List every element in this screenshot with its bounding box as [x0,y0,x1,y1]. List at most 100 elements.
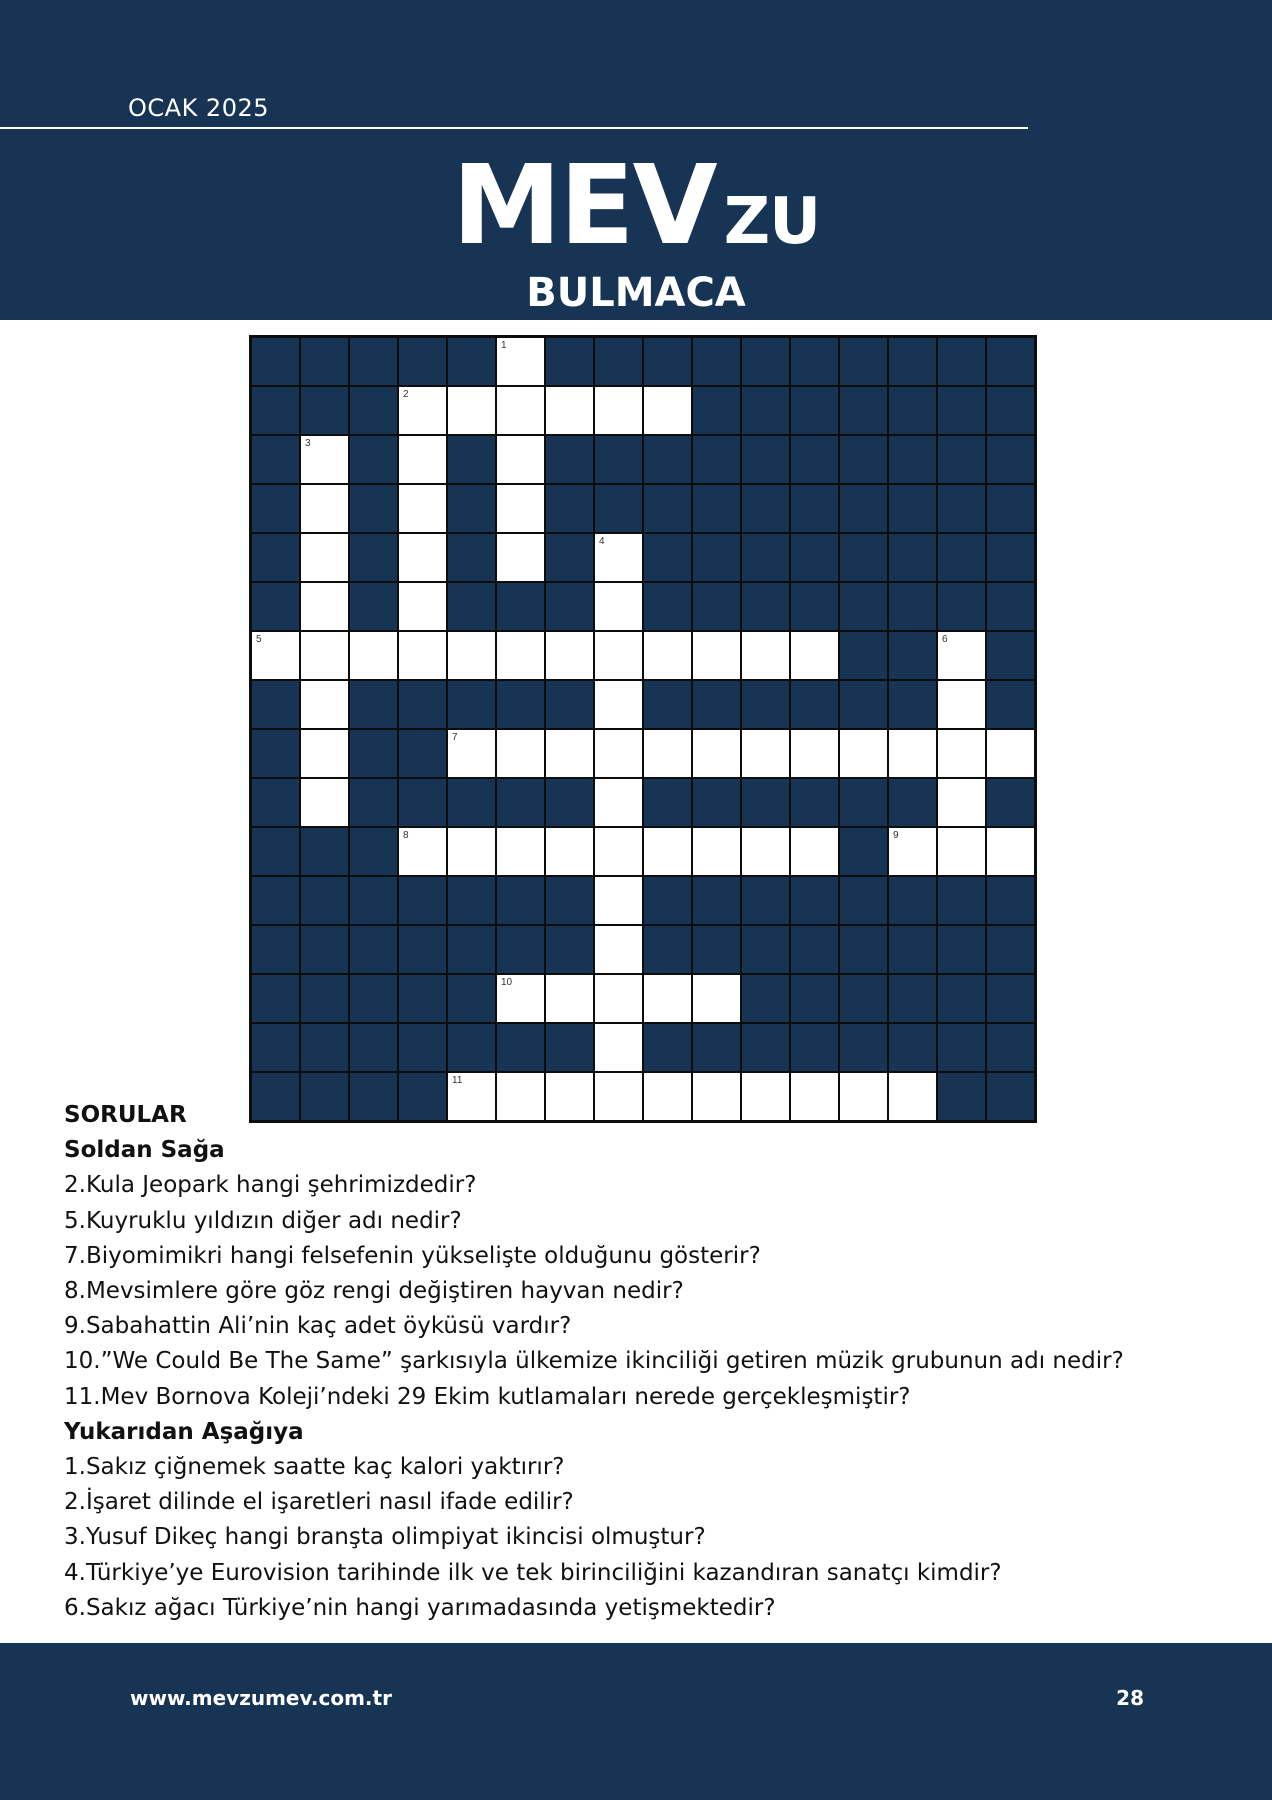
crossword-answer-cell[interactable] [594,974,643,1023]
crossword-block-cell [398,974,447,1023]
crossword-answer-cell[interactable] [986,827,1035,876]
crossword-answer-cell[interactable] [447,631,496,680]
crossword-block-cell [937,386,986,435]
crossword-answer-cell[interactable] [300,729,349,778]
crossword-block-cell [790,778,839,827]
crossword-answer-cell[interactable] [692,631,741,680]
crossword-answer-cell[interactable] [398,435,447,484]
crossword-answer-cell[interactable] [496,533,545,582]
crossword-answer-cell[interactable] [496,827,545,876]
crossword-block-cell [741,876,790,925]
crossword-block-cell [839,631,888,680]
crossword-answer-cell[interactable] [594,827,643,876]
crossword-answer-cell[interactable] [398,582,447,631]
crossword-answer-cell[interactable] [545,729,594,778]
crossword-answer-cell[interactable] [300,680,349,729]
crossword-answer-cell[interactable] [937,778,986,827]
crossword-answer-cell[interactable] [643,729,692,778]
crossword-block-cell [300,925,349,974]
crossword-answer-cell[interactable] [545,827,594,876]
crossword-answer-cell[interactable] [594,680,643,729]
crossword-answer-cell[interactable] [937,680,986,729]
crossword-block-cell [496,680,545,729]
crossword-block-cell [741,435,790,484]
crossword-answer-cell[interactable] [790,631,839,680]
crossword-block-cell [643,876,692,925]
crossword-answer-cell[interactable] [496,435,545,484]
crossword-answer-cell[interactable] [888,729,937,778]
crossword-answer-cell[interactable] [594,729,643,778]
crossword-block-cell [692,680,741,729]
crossword-answer-cell[interactable] [545,974,594,1023]
crossword-answer-cell[interactable] [300,533,349,582]
crossword-answer-cell[interactable] [692,729,741,778]
crossword-answer-cell[interactable]: 8 [398,827,447,876]
crossword-answer-cell[interactable] [496,729,545,778]
crossword-answer-cell[interactable] [594,778,643,827]
crossword-answer-cell[interactable] [496,484,545,533]
crossword-answer-cell[interactable] [839,729,888,778]
crossword-answer-cell[interactable] [986,729,1035,778]
crossword-answer-cell[interactable] [594,876,643,925]
crossword-answer-cell[interactable] [790,827,839,876]
crossword-answer-cell[interactable] [398,533,447,582]
crossword-answer-cell[interactable] [300,778,349,827]
crossword-answer-cell[interactable] [594,631,643,680]
crossword-answer-cell[interactable] [300,484,349,533]
crossword-block-cell [986,533,1035,582]
crossword-block-cell [545,337,594,386]
crossword-answer-cell[interactable] [594,1023,643,1072]
crossword-block-cell [692,435,741,484]
crossword-answer-cell[interactable] [447,827,496,876]
crossword-answer-cell[interactable] [594,925,643,974]
crossword-answer-cell[interactable] [349,631,398,680]
crossword-answer-cell[interactable] [741,729,790,778]
crossword-answer-cell[interactable] [692,974,741,1023]
crossword-answer-cell[interactable] [496,386,545,435]
crossword-block-cell [251,974,300,1023]
crossword-block-cell [692,386,741,435]
crossword-answer-cell[interactable]: 5 [251,631,300,680]
crossword-block-cell [447,435,496,484]
crossword-answer-cell[interactable] [594,386,643,435]
crossword-answer-cell[interactable] [545,631,594,680]
crossword-answer-cell[interactable] [692,827,741,876]
crossword-block-cell [300,337,349,386]
crossword-answer-cell[interactable]: 9 [888,827,937,876]
crossword-block-cell [251,778,300,827]
crossword-answer-cell[interactable] [594,582,643,631]
crossword-block-cell [839,827,888,876]
crossword-answer-cell[interactable] [937,827,986,876]
crossword-block-cell [986,582,1035,631]
website-link[interactable]: www.mevzumev.com.tr [130,1686,392,1710]
crossword-answer-cell[interactable]: 1 [496,337,545,386]
crossword-answer-cell[interactable] [300,631,349,680]
crossword-answer-cell[interactable] [398,631,447,680]
crossword-answer-cell[interactable]: 7 [447,729,496,778]
crossword-answer-cell[interactable] [790,729,839,778]
crossword-answer-cell[interactable] [398,484,447,533]
across-clue: 5.Kuyruklu yıldızın diğer adı nedir? [64,1207,462,1234]
crossword-answer-cell[interactable]: 2 [398,386,447,435]
crossword-answer-cell[interactable] [643,386,692,435]
crossword-answer-cell[interactable] [937,729,986,778]
crossword-answer-cell[interactable] [643,974,692,1023]
crossword-answer-cell[interactable] [300,582,349,631]
crossword-answer-cell[interactable] [741,827,790,876]
crossword-answer-cell[interactable] [447,386,496,435]
crossword-answer-cell[interactable] [643,827,692,876]
crossword-answer-cell[interactable] [643,631,692,680]
crossword-block-cell [447,876,496,925]
crossword-block-cell [692,1023,741,1072]
crossword-block-cell [692,533,741,582]
crossword-answer-cell[interactable]: 6 [937,631,986,680]
crossword-answer-cell[interactable]: 4 [594,533,643,582]
crossword-block-cell [741,386,790,435]
page-title: BULMACA [526,270,746,316]
crossword-answer-cell[interactable]: 10 [496,974,545,1023]
crossword-answer-cell[interactable] [545,386,594,435]
crossword-answer-cell[interactable] [741,631,790,680]
crossword-block-cell [790,974,839,1023]
crossword-answer-cell[interactable] [496,631,545,680]
crossword-answer-cell[interactable]: 3 [300,435,349,484]
